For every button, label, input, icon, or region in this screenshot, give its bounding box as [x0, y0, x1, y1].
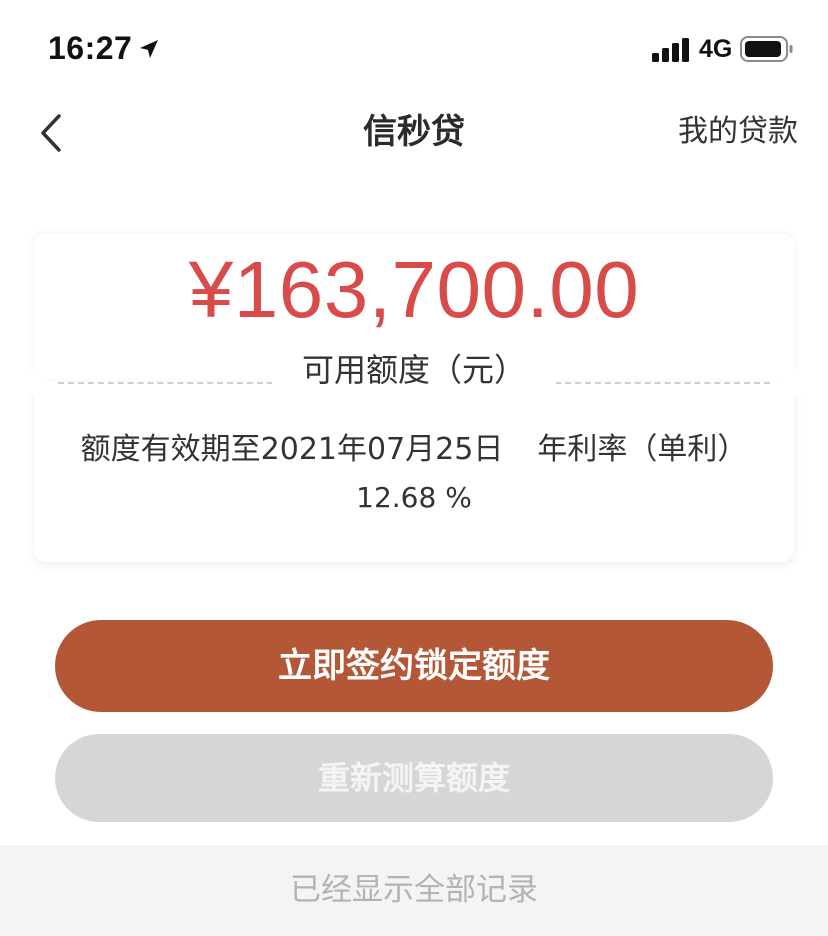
- status-bar: 16:27 4G: [0, 0, 828, 96]
- interest-rate-label: 年利率（单利）: [537, 432, 748, 467]
- available-amount-label: 可用额度（元）: [272, 348, 556, 392]
- recalculate-credit-button[interactable]: 重新测算额度: [55, 734, 773, 822]
- interest-rate-value: 12.68 %: [356, 481, 472, 514]
- credit-details-line: 额度有效期至2021年07月25日 年利率（单利）: [34, 428, 794, 472]
- validity-text: 额度有效期至2021年07月25日: [80, 432, 504, 467]
- all-records-shown-text: 已经显示全部记录: [290, 872, 538, 908]
- card-notch: [21, 369, 47, 395]
- status-time: 16:27: [48, 30, 133, 66]
- credit-card-bottom: [34, 382, 794, 562]
- my-loans-link[interactable]: 我的贷款: [678, 106, 798, 158]
- location-arrow-icon: [140, 40, 158, 58]
- network-type-label: 4G: [699, 35, 733, 63]
- navigation-bar: 信秒贷 我的贷款: [0, 96, 828, 168]
- battery-icon: [740, 36, 793, 62]
- available-amount: ¥163,700.00: [188, 245, 640, 334]
- list-end-footer: 已经显示全部记录: [0, 845, 828, 936]
- sign-lock-credit-button[interactable]: 立即签约锁定额度: [55, 620, 773, 712]
- card-notch: [781, 369, 807, 395]
- signal-bars-icon: [652, 38, 689, 62]
